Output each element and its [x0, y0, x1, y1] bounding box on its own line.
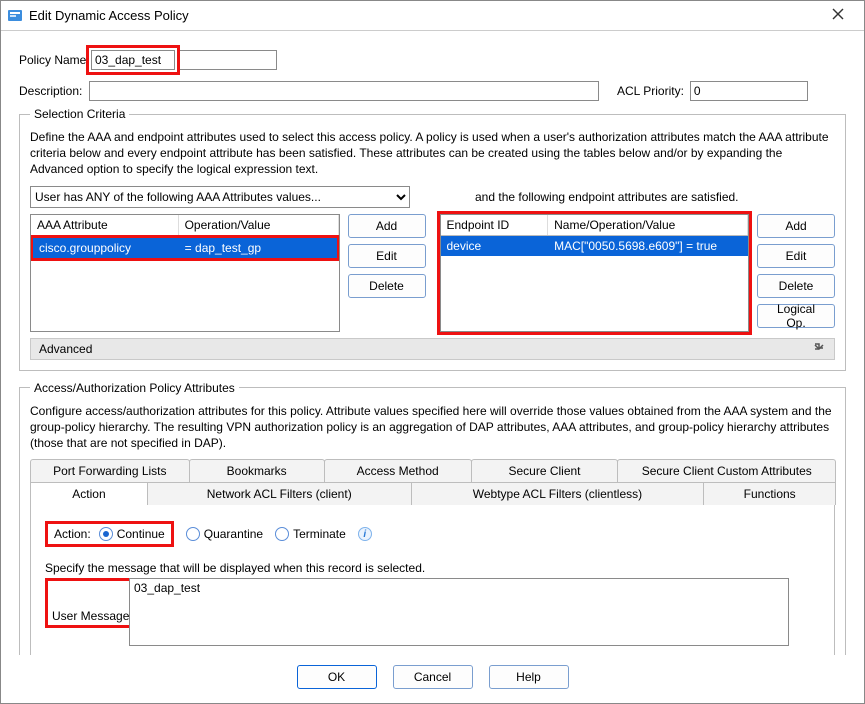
- tab-network-acl[interactable]: Network ACL Filters (client): [147, 482, 412, 505]
- ep-logical-button[interactable]: Logical Op.: [757, 304, 835, 328]
- close-icon: [832, 8, 844, 20]
- aaa-add-button[interactable]: Add: [348, 214, 426, 238]
- user-message-input[interactable]: [129, 578, 789, 646]
- aaa-row-selected[interactable]: cisco.grouppolicy = dap_test_gp: [33, 238, 337, 258]
- aaa-row-op: = dap_test_gp: [179, 238, 337, 258]
- aaa-attributes-table[interactable]: AAA Attribute Operation/Value cisco.grou…: [30, 214, 340, 332]
- access-policy-group: Access/Authorization Policy Attributes C…: [19, 381, 846, 655]
- dialog-content: Policy Name Description: ACL Priority: S…: [1, 31, 864, 655]
- description-input[interactable]: [89, 81, 599, 101]
- radio-quarantine-label: Quarantine: [204, 527, 263, 541]
- titlebar: Edit Dynamic Access Policy: [1, 1, 864, 31]
- tab-functions[interactable]: Functions: [703, 482, 836, 505]
- aaa-match-combo[interactable]: User has ANY of the following AAA Attrib…: [30, 186, 410, 208]
- help-button[interactable]: Help: [489, 665, 569, 689]
- ep-delete-button[interactable]: Delete: [757, 274, 835, 298]
- policy-name-input-ext[interactable]: [177, 50, 277, 70]
- tab-panel-action: Action: Continue Quarantine: [31, 505, 834, 655]
- description-label: Description:: [19, 84, 89, 98]
- tab-secure-client-custom[interactable]: Secure Client Custom Attributes: [617, 459, 836, 482]
- action-label: Action:: [54, 527, 91, 541]
- selection-criteria-desc: Define the AAA and endpoint attributes u…: [30, 129, 835, 178]
- ep-add-button[interactable]: Add: [757, 214, 835, 238]
- window-title: Edit Dynamic Access Policy: [29, 8, 189, 23]
- info-icon[interactable]: i: [358, 527, 372, 541]
- aaa-delete-button[interactable]: Delete: [348, 274, 426, 298]
- access-policy-desc: Configure access/authorization attribute…: [30, 403, 835, 452]
- tab-access-method[interactable]: Access Method: [324, 459, 472, 482]
- selection-criteria-legend: Selection Criteria: [30, 107, 129, 121]
- aaa-col-op: Operation/Value: [179, 215, 339, 235]
- chevron-down-icon: [812, 340, 826, 357]
- close-button[interactable]: [818, 7, 858, 25]
- ep-col-id: Endpoint ID: [441, 215, 549, 235]
- ok-button[interactable]: OK: [297, 665, 377, 689]
- ep-row-selected[interactable]: device MAC["0050.5698.e609"] = true: [441, 236, 749, 256]
- tab-secure-client[interactable]: Secure Client: [471, 459, 619, 482]
- ep-col-val: Name/Operation/Value: [548, 215, 748, 235]
- aaa-row-attr: cisco.grouppolicy: [33, 238, 179, 258]
- user-message-label: User Message:: [52, 583, 130, 623]
- advanced-expander[interactable]: Advanced: [30, 338, 835, 360]
- access-policy-legend: Access/Authorization Policy Attributes: [30, 381, 239, 395]
- acl-priority-label: ACL Priority:: [617, 84, 684, 98]
- cancel-button[interactable]: Cancel: [393, 665, 473, 689]
- ep-row-id: device: [441, 236, 549, 256]
- selection-criteria-group: Selection Criteria Define the AAA and en…: [19, 107, 846, 371]
- aaa-col-attr: AAA Attribute: [31, 215, 179, 235]
- advanced-label: Advanced: [39, 342, 92, 356]
- policy-name-input[interactable]: [91, 50, 175, 70]
- policy-name-label: Policy Name: [19, 53, 89, 67]
- dialog-footer: OK Cancel Help: [1, 655, 864, 703]
- endpoint-attributes-table[interactable]: Endpoint ID Name/Operation/Value device …: [440, 214, 750, 332]
- ep-row-val: MAC["0050.5698.e609"] = true: [548, 236, 748, 256]
- radio-terminate[interactable]: Terminate: [275, 527, 346, 541]
- ep-edit-button[interactable]: Edit: [757, 244, 835, 268]
- acl-priority-input[interactable]: [690, 81, 808, 101]
- endpoint-satisfied-label: and the following endpoint attributes ar…: [475, 190, 835, 204]
- aaa-edit-button[interactable]: Edit: [348, 244, 426, 268]
- radio-quarantine[interactable]: Quarantine: [186, 527, 263, 541]
- radio-icon: [275, 527, 289, 541]
- app-icon: [7, 8, 23, 24]
- radio-continue-label: Continue: [117, 527, 165, 541]
- tab-bookmarks[interactable]: Bookmarks: [189, 459, 325, 482]
- dialog-window: Edit Dynamic Access Policy Policy Name D…: [0, 0, 865, 704]
- radio-terminate-label: Terminate: [293, 527, 346, 541]
- radio-continue[interactable]: Continue: [99, 527, 165, 541]
- tab-action[interactable]: Action: [30, 482, 148, 505]
- radio-icon: [186, 527, 200, 541]
- tab-webtype-acl[interactable]: Webtype ACL Filters (clientless): [411, 482, 705, 505]
- user-message-intro: Specify the message that will be display…: [45, 561, 820, 575]
- tab-port-forwarding[interactable]: Port Forwarding Lists: [30, 459, 190, 482]
- radio-icon: [99, 527, 113, 541]
